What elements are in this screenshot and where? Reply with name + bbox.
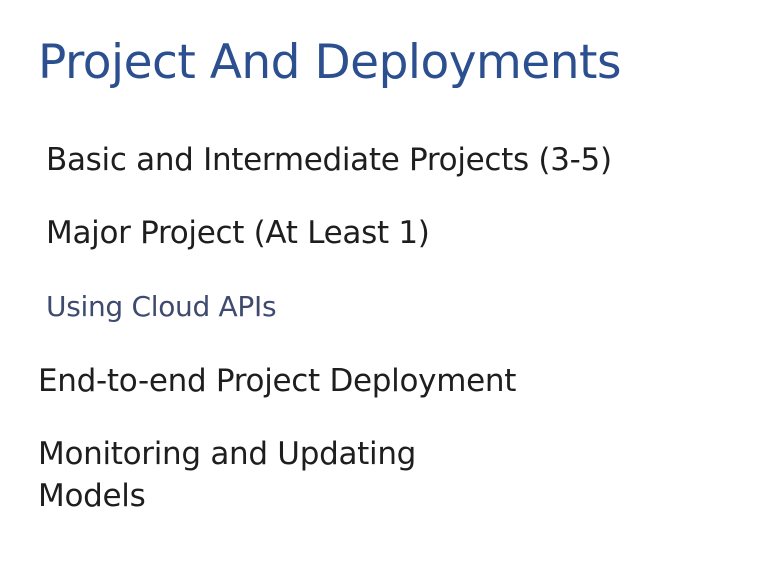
list-item-cloud-apis: Using Cloud APIs [46, 290, 277, 323]
slide: Project And Deployments Basic and Interm… [0, 0, 759, 566]
slide-title: Project And Deployments [38, 35, 621, 90]
list-item-major-project: Major Project (At Least 1) [46, 215, 430, 251]
list-item-project-deployment: End-to-end Project Deployment [38, 363, 517, 399]
list-item-monitoring-updating: Monitoring and Updating Models [38, 436, 417, 514]
list-item-basic-intermediate-projects: Basic and Intermediate Projects (3-5) [46, 142, 612, 178]
